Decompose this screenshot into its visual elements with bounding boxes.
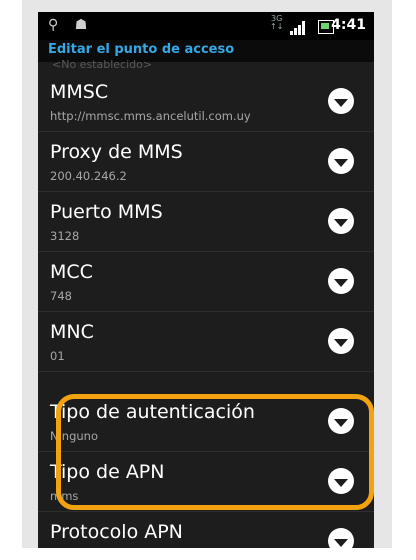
network-type: 3G ↑↓: [270, 14, 284, 31]
chevron-down-icon[interactable]: [328, 148, 354, 174]
setting-proxy-mms[interactable]: Proxy de MMS 200.40.246.2: [38, 132, 374, 192]
android-icon: ☗: [74, 17, 88, 33]
setting-label: MCC: [50, 261, 93, 283]
setting-mnc[interactable]: MNC 01: [38, 312, 374, 372]
setting-value: 748: [50, 289, 72, 303]
setting-label: Protocolo APN: [50, 521, 183, 543]
chevron-down-icon[interactable]: [328, 268, 354, 294]
scrolled-placeholder-text: <No establecido>: [52, 58, 153, 71]
usb-icon: ⚲: [48, 17, 59, 33]
setting-value: 01: [50, 349, 65, 363]
setting-puerto-mms[interactable]: Puerto MMS 3128: [38, 192, 374, 252]
setting-label: MNC: [50, 321, 94, 343]
page-title: Editar el punto de acceso: [48, 42, 235, 57]
setting-protocolo-apn[interactable]: Protocolo APN: [38, 512, 374, 548]
setting-label: Proxy de MMS: [50, 141, 183, 163]
chevron-down-icon[interactable]: [328, 208, 354, 234]
setting-label: MMSC: [50, 81, 109, 103]
chevron-down-icon[interactable]: [328, 88, 354, 114]
highlight-box: [56, 394, 374, 510]
chevron-down-icon[interactable]: [328, 328, 354, 354]
clock: 4:41: [331, 17, 366, 33]
setting-mmsc[interactable]: MMSC http://mmsc.mms.ancelutil.com.uy: [38, 72, 374, 132]
chevron-down-icon[interactable]: [328, 528, 354, 548]
setting-mcc[interactable]: MCC 748: [38, 252, 374, 312]
status-bar: ⚲ ☗ 3G ↑↓ 4:41: [38, 12, 374, 40]
signal-icon: [290, 21, 310, 35]
setting-value: 3128: [50, 229, 80, 243]
setting-label: Puerto MMS: [50, 201, 163, 223]
setting-value: http://mmsc.mms.ancelutil.com.uy: [50, 109, 251, 123]
setting-value: 200.40.246.2: [50, 169, 127, 183]
